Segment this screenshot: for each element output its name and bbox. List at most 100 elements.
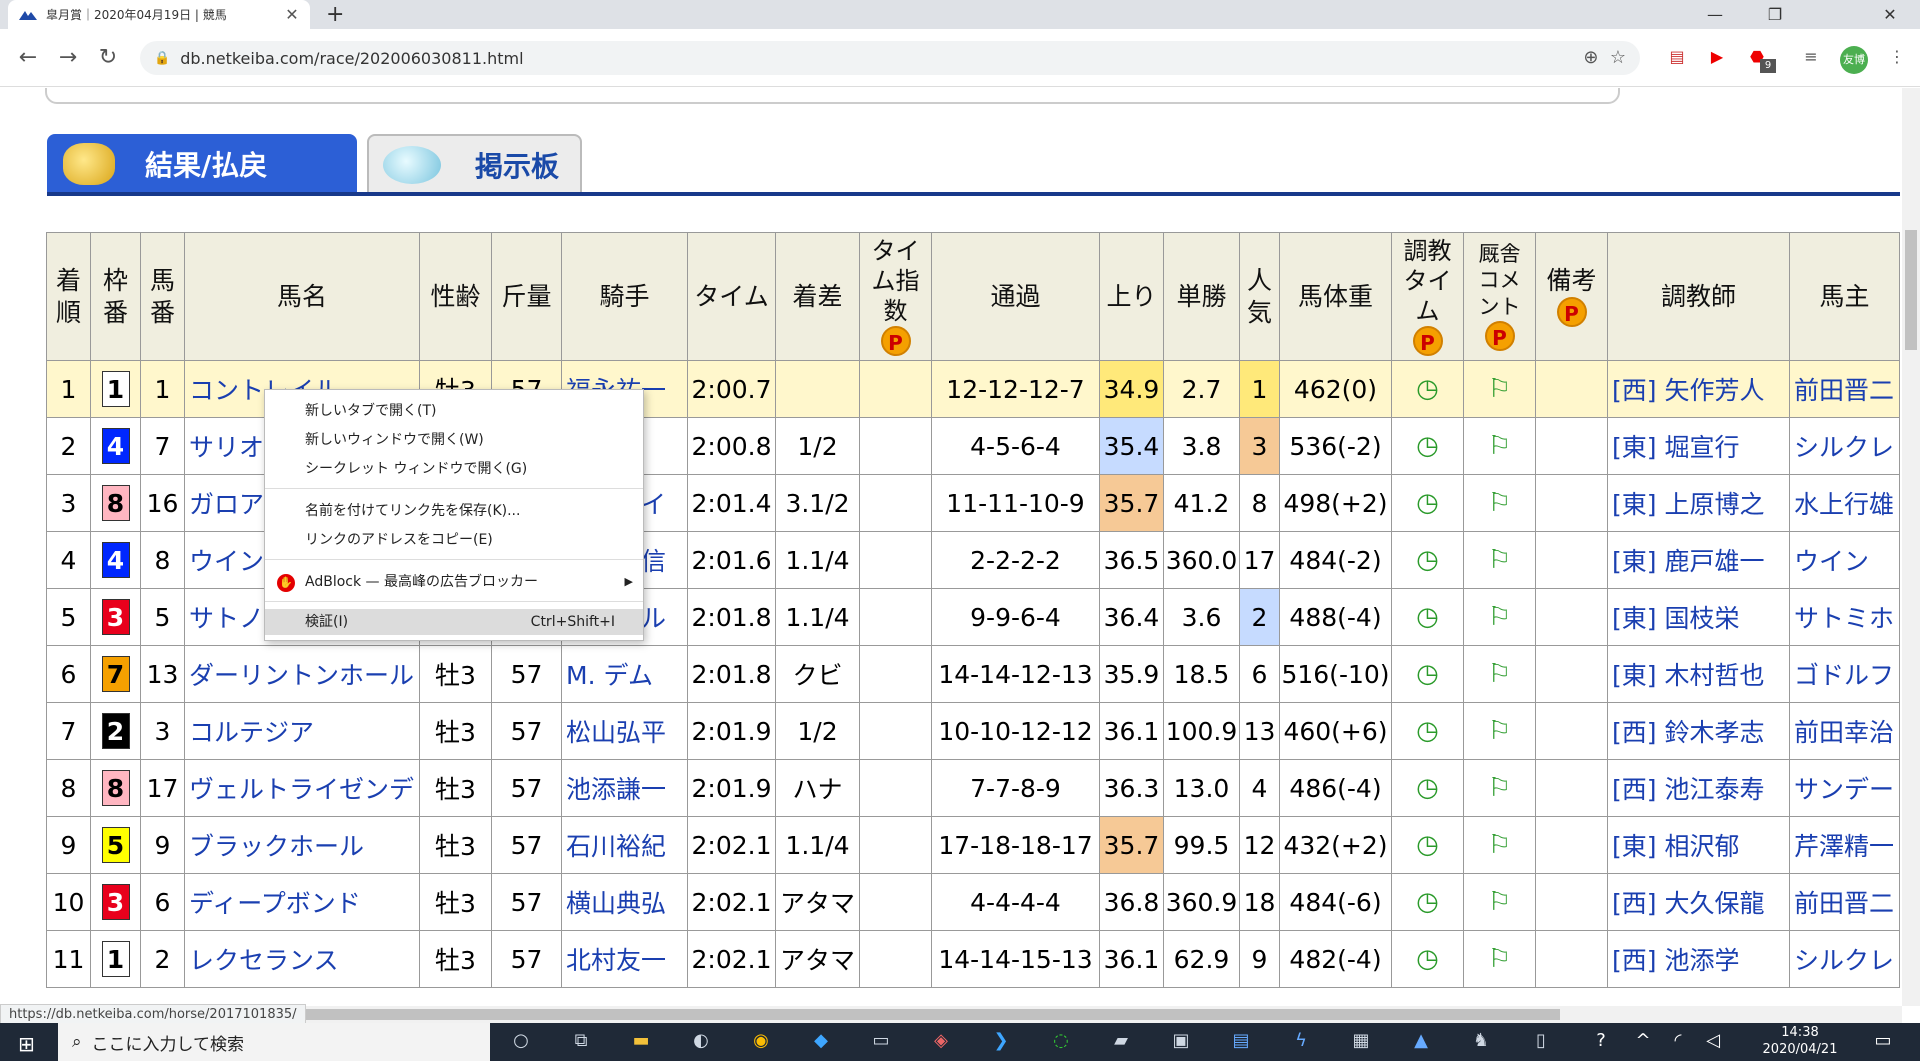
comment-icon[interactable]: ⚐ [1488, 716, 1511, 746]
cell-stable-comment[interactable]: ⚐ [1463, 588, 1536, 646]
clock-icon[interactable]: ◷ [1416, 545, 1439, 575]
jockey-link[interactable]: M. デム [561, 645, 688, 703]
horse-name-link[interactable]: ブラックホール [184, 816, 420, 874]
sync-icon[interactable]: ◌ [1048, 1030, 1074, 1054]
help-icon[interactable]: ? [1588, 1030, 1614, 1054]
menu-save-link[interactable]: 名前を付けてリンク先を保存(K)... [265, 498, 643, 524]
terminal-icon[interactable]: ▭ [868, 1030, 894, 1054]
profile-avatar[interactable]: 友博 [1840, 46, 1868, 74]
premium-p-icon[interactable]: P [1484, 320, 1515, 351]
cell-stable-comment[interactable]: ⚐ [1463, 816, 1536, 874]
trainer-link[interactable]: [西] 矢作芳人 [1607, 360, 1790, 418]
cell-training-time[interactable]: ◷ [1391, 474, 1464, 532]
owner-link[interactable]: ゴドルフ [1789, 645, 1900, 703]
clock-icon[interactable]: ◷ [1416, 773, 1439, 803]
app-icon[interactable]: ▣ [1168, 1030, 1194, 1054]
vertical-scroll-thumb[interactable] [1905, 230, 1917, 350]
cell-training-time[interactable]: ◷ [1391, 417, 1464, 475]
back-icon[interactable]: ← [14, 45, 42, 70]
cell-stable-comment[interactable]: ⚐ [1463, 417, 1536, 475]
cell-training-time[interactable]: ◷ [1391, 930, 1464, 988]
reading-list-icon[interactable]: ≡ [1800, 46, 1822, 68]
task-view-icon[interactable]: ⧉ [568, 1030, 594, 1054]
jockey-link[interactable]: 横山典弘 [561, 873, 688, 931]
window-close-icon[interactable]: ✕ [1860, 0, 1920, 29]
clock-icon[interactable]: ◷ [1416, 374, 1439, 404]
owner-link[interactable]: 水上行雄 [1789, 474, 1900, 532]
tray-clock[interactable]: 14:38 2020/04/21 [1750, 1024, 1850, 1058]
app-icon[interactable]: ▯ [1528, 1030, 1554, 1054]
maximize-icon[interactable]: ❐ [1745, 0, 1805, 29]
app-icon[interactable]: ▤ [1228, 1030, 1254, 1054]
clock-icon[interactable]: ◷ [1416, 830, 1439, 860]
comment-icon[interactable]: ⚐ [1488, 431, 1511, 461]
app-icon[interactable]: ♞ [1468, 1030, 1494, 1054]
menu-open-new-tab[interactable]: 新しいタブで開く(T) [265, 398, 643, 424]
trainer-link[interactable]: [東] 木村哲也 [1607, 645, 1790, 703]
horse-name-link[interactable]: レクセランス [184, 930, 420, 988]
tray-arrow-icon[interactable]: ^ [1630, 1030, 1656, 1054]
trainer-link[interactable]: [西] 大久保龍 [1607, 873, 1790, 931]
powershell-icon[interactable]: ❯ [988, 1030, 1014, 1054]
horse-name-link[interactable]: ダーリントンホール [184, 645, 420, 703]
clock-icon[interactable]: ◷ [1416, 944, 1439, 974]
owner-link[interactable]: サトミホ [1789, 588, 1900, 646]
premium-p-icon[interactable]: P [1556, 296, 1587, 327]
owner-link[interactable]: シルクレ [1789, 930, 1900, 988]
youtube-extension-icon[interactable]: ▶ [1706, 46, 1728, 68]
comment-icon[interactable]: ⚐ [1488, 602, 1511, 632]
trainer-link[interactable]: [東] 鹿戸雄一 [1607, 531, 1790, 589]
jockey-link[interactable]: 松山弘平 [561, 702, 688, 760]
trainer-link[interactable]: [東] 相沢郁 [1607, 816, 1790, 874]
comment-icon[interactable]: ⚐ [1488, 773, 1511, 803]
owner-link[interactable]: 前田幸治 [1789, 702, 1900, 760]
horse-name-link[interactable]: ディープボンド [184, 873, 420, 931]
notification-icon[interactable]: ▭ [1870, 1030, 1896, 1054]
volume-icon[interactable]: ◁ [1700, 1030, 1726, 1054]
trainer-link[interactable]: [東] 上原博之 [1607, 474, 1790, 532]
wifi-icon[interactable]: ◜ [1665, 1030, 1691, 1054]
premium-p-icon[interactable]: P [1412, 326, 1443, 356]
horse-name-link[interactable]: コルテジア [184, 702, 420, 760]
clock-icon[interactable]: ◷ [1416, 659, 1439, 689]
menu-open-new-window[interactable]: 新しいウィンドウで開く(W) [265, 427, 643, 453]
clock-icon[interactable]: ◷ [1416, 488, 1439, 518]
owner-link[interactable]: 前田晋二 [1789, 873, 1900, 931]
cell-stable-comment[interactable]: ⚐ [1463, 360, 1536, 418]
trainer-link[interactable]: [東] 堀宣行 [1607, 417, 1790, 475]
cell-training-time[interactable]: ◷ [1391, 531, 1464, 589]
trainer-link[interactable]: [東] 国枝栄 [1607, 588, 1790, 646]
premium-p-icon[interactable]: P [880, 326, 911, 356]
clock-icon[interactable]: ◷ [1416, 887, 1439, 917]
menu-inspect[interactable]: 検証(I) Ctrl+Shift+I [265, 609, 643, 635]
chrome-icon[interactable]: ◉ [748, 1030, 774, 1054]
address-bar[interactable]: 🔒 db.netkeiba.com/race/202006030811.html… [140, 41, 1640, 75]
cell-stable-comment[interactable]: ⚐ [1463, 873, 1536, 931]
cell-stable-comment[interactable]: ⚐ [1463, 759, 1536, 817]
cell-training-time[interactable]: ◷ [1391, 588, 1464, 646]
comment-icon[interactable]: ⚐ [1488, 545, 1511, 575]
cell-training-time[interactable]: ◷ [1391, 759, 1464, 817]
jockey-link[interactable]: 石川裕紀 [561, 816, 688, 874]
cell-training-time[interactable]: ◷ [1391, 360, 1464, 418]
cell-training-time[interactable]: ◷ [1391, 702, 1464, 760]
menu-copy-link[interactable]: リンクのアドレスをコピー(E) [265, 527, 643, 553]
jockey-link[interactable]: 北村友一 [561, 930, 688, 988]
menu-open-incognito[interactable]: シークレット ウィンドウで開く(G) [265, 456, 643, 482]
cell-stable-comment[interactable]: ⚐ [1463, 702, 1536, 760]
menu-icon[interactable]: ⋮ [1886, 46, 1908, 68]
menu-adblock[interactable]: ✋ AdBlock — 最高峰の広告ブロッカー ▶ [265, 569, 643, 595]
new-tab-icon[interactable]: + [326, 2, 344, 27]
reload-icon[interactable]: ↻ [94, 45, 122, 70]
windows-start-icon[interactable]: ⊞ [18, 1032, 35, 1056]
trainer-link[interactable]: [西] 池江泰寿 [1607, 759, 1790, 817]
trainer-link[interactable]: [西] 池添学 [1607, 930, 1790, 988]
owner-link[interactable]: 前田晋二 [1789, 360, 1900, 418]
comment-icon[interactable]: ⚐ [1488, 374, 1511, 404]
horse-name-link[interactable]: ヴェルトライゼンデ [184, 759, 420, 817]
comment-icon[interactable]: ⚐ [1488, 944, 1511, 974]
clock-icon[interactable]: ◷ [1416, 716, 1439, 746]
app-icon[interactable]: ϟ [1288, 1030, 1314, 1054]
vscode-icon[interactable]: ◆ [808, 1030, 834, 1054]
vertical-scrollbar[interactable] [1902, 88, 1920, 1006]
